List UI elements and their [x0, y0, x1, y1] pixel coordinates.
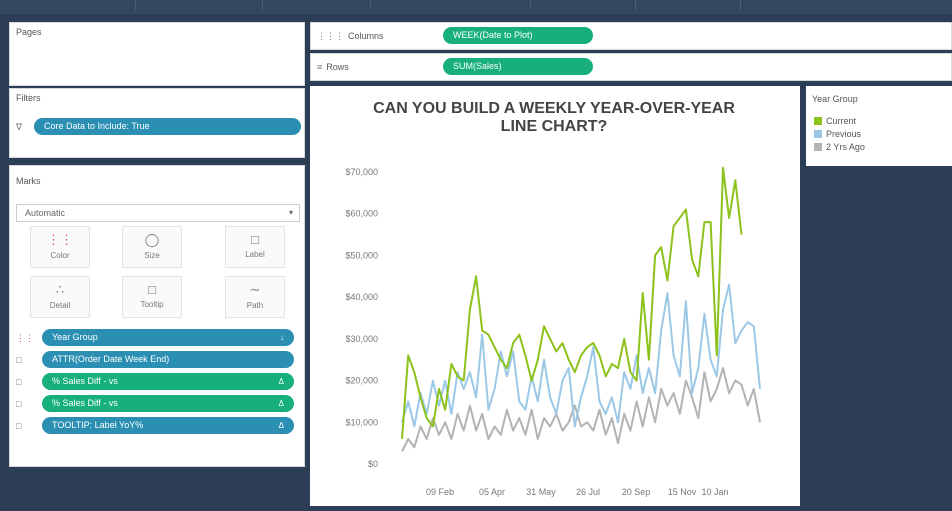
- marks-color-button[interactable]: ⋮⋮ Color: [30, 226, 90, 268]
- tooltip-icon: □: [16, 355, 22, 365]
- field-pill-sales-diff-1[interactable]: % Sales Diff - vs Δ: [42, 373, 294, 390]
- columns-pill-label: WEEK(Date to Plot): [453, 30, 533, 40]
- detail-icon: ∴: [55, 282, 65, 297]
- rows-pill-label: SUM(Sales): [453, 61, 502, 71]
- field-pill-order-date[interactable]: ATTR(Order Date Week End): [42, 351, 294, 368]
- tooltip-icon: □: [16, 399, 22, 409]
- x-tick-label: 31 May: [526, 487, 556, 497]
- rows-pill[interactable]: SUM(Sales): [443, 58, 593, 75]
- filter-pill-core-data[interactable]: Core Data to Include: True: [34, 118, 301, 135]
- delta-icon: Δ: [278, 421, 284, 430]
- legend-swatch: [814, 117, 822, 125]
- marks-tooltip-label: Tooltip: [140, 300, 164, 309]
- filters-title: Filters: [16, 93, 41, 103]
- field-pill-label: % Sales Diff - vs: [52, 376, 118, 386]
- field-pill-year-group[interactable]: Year Group ↓: [42, 329, 294, 346]
- mark-type-value: Automatic: [25, 208, 66, 218]
- y-tick-label: $10,000: [345, 417, 378, 427]
- mark-type-dropdown[interactable]: Automatic ▾: [16, 204, 300, 222]
- marks-size-button[interactable]: ◯ Size: [122, 226, 182, 268]
- y-tick-label: $40,000: [345, 292, 378, 302]
- rows-icon: ≡: [317, 62, 323, 72]
- marks-panel[interactable]: Marks Automatic ▾ ⋮⋮ Color ◯ Size □ Labe…: [9, 165, 305, 467]
- y-tick-label: $20,000: [345, 376, 378, 386]
- x-tick-label: 09 Feb: [426, 487, 454, 497]
- pages-title: Pages: [16, 27, 42, 37]
- size-icon: ◯: [144, 232, 160, 247]
- columns-shelf-label: ⋮⋮⋮ Columns: [317, 31, 384, 41]
- marks-detail-label: Detail: [49, 301, 71, 310]
- color-dots-icon: ⋮⋮: [16, 333, 34, 343]
- marks-title: Marks: [16, 176, 41, 186]
- tooltip-icon: □: [16, 377, 22, 387]
- marks-color-label: Color: [50, 251, 70, 260]
- x-tick-label: 26 Jul: [576, 487, 600, 497]
- line-chart[interactable]: $70,000 $60,000 $50,000 $40,000 $30,000 $20,0…: [310, 86, 800, 506]
- field-pill-sales-diff-2[interactable]: % Sales Diff - vs Δ: [42, 395, 294, 412]
- field-pill-tooltip-label[interactable]: TOOLTIP: Label YoY% Δ: [42, 417, 294, 434]
- x-tick-label: 15 Nov: [668, 487, 697, 497]
- x-tick-label: 10 Jan: [701, 487, 728, 497]
- legend-panel: Year Group Current Previous 2 Yrs Ago: [806, 86, 952, 166]
- x-tick-label: 20 Sep: [622, 487, 651, 497]
- columns-shelf[interactable]: ⋮⋮⋮ Columns WEEK(Date to Plot): [310, 22, 952, 50]
- y-tick-label: $0: [368, 459, 378, 469]
- legend-swatch: [814, 130, 822, 138]
- delta-icon: Δ: [278, 399, 284, 408]
- delta-icon: Δ: [278, 377, 284, 386]
- legend-item-2-yrs-ago[interactable]: 2 Yrs Ago: [814, 142, 865, 152]
- field-pill-label: TOOLTIP: Label YoY%: [52, 420, 144, 430]
- path-icon: ∼: [249, 282, 261, 297]
- marks-label-label: Label: [245, 250, 265, 259]
- chart-view[interactable]: CAN YOU BUILD A WEEKLY YEAR-OVER-YEAR LI…: [310, 86, 800, 506]
- marks-label-button[interactable]: □ Label: [225, 226, 285, 268]
- top-toolbar-strip: [0, 0, 952, 14]
- x-tick-label: 05 Apr: [479, 487, 505, 497]
- y-tick-label: $70,000: [345, 167, 378, 177]
- rows-shelf[interactable]: ≡ Rows SUM(Sales): [310, 53, 952, 81]
- field-pill-label: % Sales Diff - vs: [52, 398, 118, 408]
- field-pill-label: ATTR(Order Date Week End): [52, 354, 170, 364]
- legend-swatch: [814, 143, 822, 151]
- tooltip-icon: □: [16, 421, 22, 431]
- legend-item-current[interactable]: Current: [814, 116, 856, 126]
- marks-tooltip-button[interactable]: □ Tooltip: [122, 276, 182, 318]
- marks-path-label: Path: [246, 301, 264, 310]
- pages-panel[interactable]: Pages: [9, 22, 305, 86]
- filters-panel[interactable]: Filters ∇ Core Data to Include: True: [9, 88, 305, 158]
- label-icon: □: [251, 232, 259, 247]
- filter-pill-label: Core Data to Include: True: [44, 121, 150, 131]
- y-tick-label: $60,000: [345, 209, 378, 219]
- sort-icon: ↓: [280, 333, 284, 342]
- legend-item-previous[interactable]: Previous: [814, 129, 861, 139]
- y-tick-label: $50,000: [345, 250, 378, 260]
- chevron-down-icon: ▾: [288, 208, 293, 217]
- legend-title: Year Group: [812, 94, 858, 104]
- marks-detail-button[interactable]: ∴ Detail: [30, 276, 90, 318]
- marks-path-button[interactable]: ∼ Path: [225, 276, 285, 318]
- color-icon: ⋮⋮: [47, 232, 73, 247]
- columns-icon: ⋮⋮⋮: [317, 31, 344, 41]
- y-tick-label: $30,000: [345, 334, 378, 344]
- filter-icon: ∇: [16, 122, 23, 132]
- rows-shelf-label: ≡ Rows: [317, 62, 349, 72]
- columns-pill[interactable]: WEEK(Date to Plot): [443, 27, 593, 44]
- marks-size-label: Size: [144, 251, 160, 260]
- field-pill-label: Year Group: [52, 332, 98, 342]
- tooltip-icon: □: [148, 282, 156, 297]
